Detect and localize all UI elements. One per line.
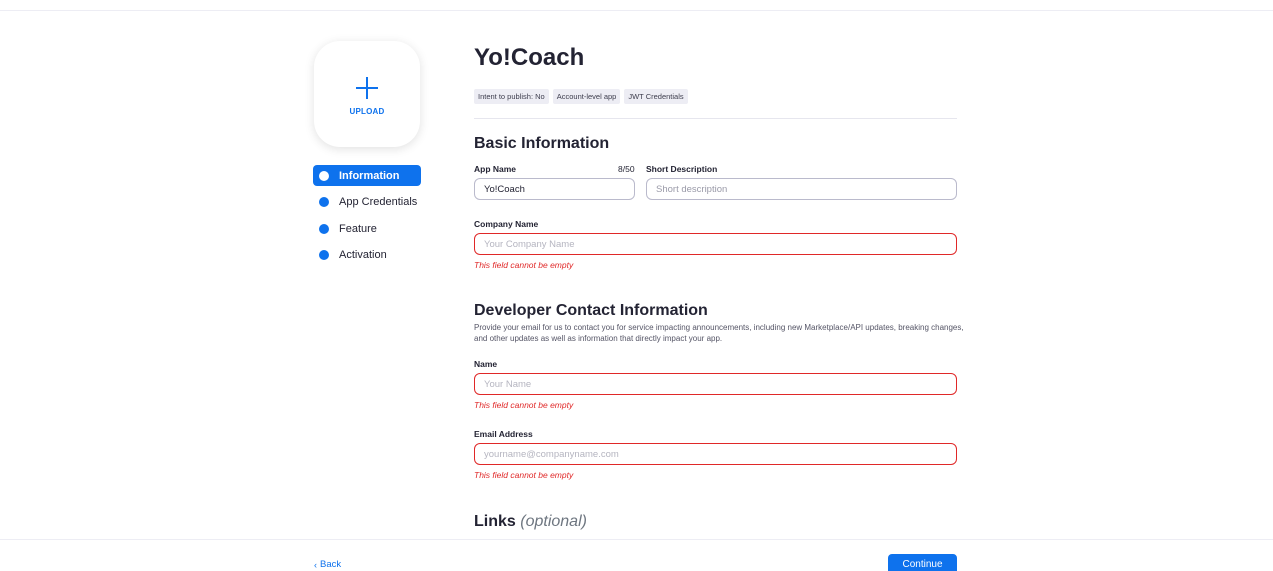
company-name-error: This field cannot be empty xyxy=(474,260,574,270)
step-dot-icon xyxy=(319,197,329,207)
links-title-text: Links xyxy=(474,513,516,530)
links-optional-label: (optional) xyxy=(520,513,587,530)
app-name-counter: 8/50 xyxy=(618,164,635,174)
links-title: Links (optional) xyxy=(474,513,587,531)
nav-item-feature[interactable]: Feature xyxy=(313,218,421,239)
email-address-label: Email Address xyxy=(474,429,533,439)
short-description-input[interactable] xyxy=(646,178,957,200)
company-name-input[interactable] xyxy=(474,233,957,255)
back-link[interactable]: ‹ Back xyxy=(314,559,341,570)
email-address-input[interactable] xyxy=(474,443,957,465)
short-description-label: Short Description xyxy=(646,164,718,174)
plus-icon xyxy=(356,76,378,99)
step-dot-icon xyxy=(319,250,329,260)
developer-contact-description: Provide your email for us to contact you… xyxy=(474,323,964,343)
header-divider xyxy=(474,118,957,119)
nav-item-activation[interactable]: Activation xyxy=(313,245,421,266)
app-tags: Intent to publish: No Account-level app … xyxy=(474,89,688,104)
chevron-left-icon: ‹ xyxy=(314,559,317,570)
upload-label: UPLOAD xyxy=(349,106,385,116)
developer-contact-title: Developer Contact Information xyxy=(474,302,708,319)
footer-divider xyxy=(0,539,1273,540)
nav-item-label: App Credentials xyxy=(339,196,418,208)
top-divider xyxy=(0,10,1273,11)
name-label: Name xyxy=(474,359,498,369)
nav-item-label: Activation xyxy=(339,249,387,261)
continue-button[interactable]: Continue xyxy=(888,554,957,571)
tag-credentials-type: JWT Credentials xyxy=(624,89,688,104)
tag-account-level: Account-level app xyxy=(552,89,621,104)
nav-item-app-credentials[interactable]: App Credentials xyxy=(313,192,421,213)
name-input[interactable] xyxy=(474,373,957,395)
sidebar-nav: Information App Credentials Feature Acti… xyxy=(313,165,421,271)
nav-item-label: Information xyxy=(339,169,400,182)
app-name-input[interactable] xyxy=(474,178,635,200)
company-name-label: Company Name xyxy=(474,219,539,229)
nav-item-label: Feature xyxy=(339,222,377,235)
upload-button[interactable]: UPLOAD xyxy=(314,41,420,147)
step-dot-icon xyxy=(319,223,329,234)
basic-info-title: Basic Information xyxy=(474,135,610,152)
name-error: This field cannot be empty xyxy=(474,400,574,410)
nav-item-information[interactable]: Information xyxy=(313,165,421,186)
email-address-error: This field cannot be empty xyxy=(474,470,574,480)
step-dot-icon xyxy=(319,170,329,181)
back-label: Back xyxy=(320,559,342,570)
app-title: Yo!Coach xyxy=(474,44,585,71)
tag-intent-to-publish: Intent to publish: No xyxy=(474,89,549,104)
app-name-label: App Name xyxy=(474,164,517,174)
